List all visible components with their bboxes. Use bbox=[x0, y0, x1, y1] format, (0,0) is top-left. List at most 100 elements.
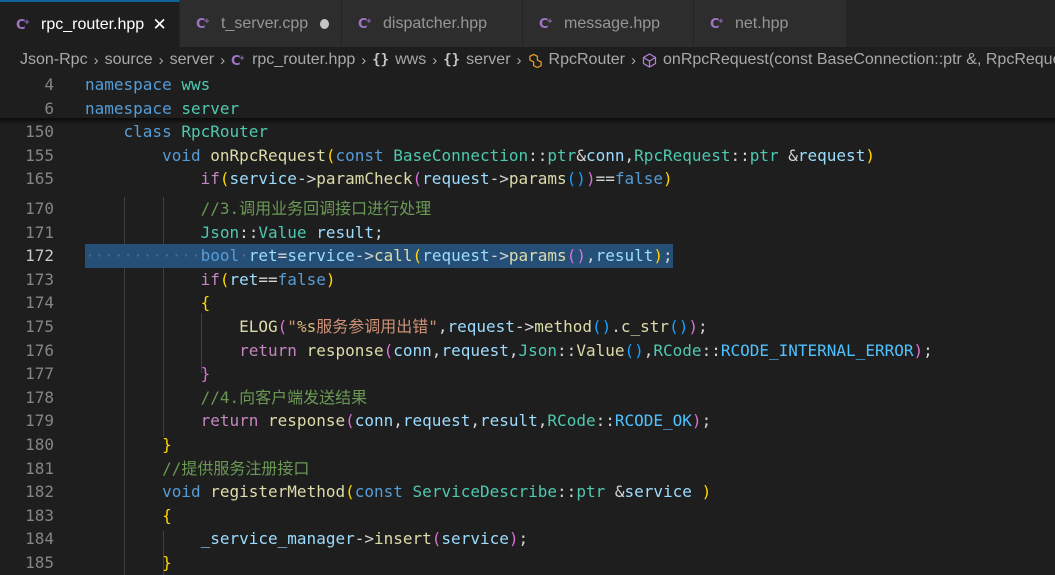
code-token: -> bbox=[489, 246, 509, 266]
code-token: Value bbox=[576, 340, 625, 360]
tab-net-hpp[interactable]: C + net.hpp bbox=[694, 0, 847, 47]
code-token: ) bbox=[508, 529, 519, 549]
code-token: ( bbox=[345, 482, 355, 502]
breadcrumb-item[interactable]: server bbox=[170, 51, 214, 69]
code-line[interactable]: 179 return response(conn,request,result,… bbox=[0, 409, 1055, 433]
code-token: RCODE_OK bbox=[614, 411, 692, 431]
code-line[interactable]: 185 } bbox=[0, 551, 1055, 575]
line-number: 181 bbox=[25, 458, 54, 478]
code-line[interactable]: 180 } bbox=[0, 433, 1055, 457]
code-line[interactable]: 181 //提供服务注册接口 bbox=[0, 457, 1055, 481]
code-token: RCODE_INTERNAL_ERROR bbox=[720, 340, 914, 360]
chevron-right-icon: › bbox=[220, 51, 226, 69]
code-token: -> bbox=[354, 246, 375, 266]
breadcrumb-item[interactable]: onRpcRequest(const BaseConnection::ptr &… bbox=[642, 51, 1055, 69]
code-token: () bbox=[566, 246, 586, 266]
breadcrumb-item[interactable]: {} server bbox=[443, 51, 510, 69]
code-token: void bbox=[162, 145, 201, 165]
code-token: return bbox=[239, 340, 297, 360]
tab-label: net.hpp bbox=[735, 14, 789, 32]
breadcrumb-item[interactable]: source bbox=[105, 51, 153, 69]
code-token: :: bbox=[557, 482, 577, 502]
code-text: { bbox=[85, 291, 211, 315]
code-token: request bbox=[797, 145, 866, 165]
line-number: 178 bbox=[25, 387, 54, 407]
code-text: //4.向客户端发送结果 bbox=[85, 386, 368, 410]
code-text: { bbox=[85, 504, 172, 528]
breadcrumb-item[interactable]: RpcRouter bbox=[528, 51, 625, 69]
code-token: :: bbox=[557, 340, 577, 360]
code-token: const bbox=[335, 145, 384, 165]
code-token: registerMethod bbox=[210, 482, 346, 502]
code-token: ServiceDescribe bbox=[412, 482, 558, 502]
sticky-scroll-line[interactable]: 155 void onRpcRequest(const BaseConnecti… bbox=[0, 143, 1055, 168]
unsaved-dot-icon[interactable] bbox=[320, 18, 329, 29]
code-token: ( bbox=[219, 169, 230, 189]
code-token: RCode bbox=[547, 411, 596, 431]
code-token: () bbox=[624, 340, 644, 360]
code-token: request bbox=[402, 411, 471, 431]
code-line[interactable]: 176 return response(conn,request,Json::V… bbox=[0, 339, 1055, 363]
code-line[interactable]: 184 _service_manager->insert(service); bbox=[0, 527, 1055, 551]
code-token: } bbox=[200, 364, 211, 384]
code-line[interactable]: 170 //3.调用业务回调接口进行处理 bbox=[0, 197, 1055, 221]
code-line[interactable]: 177 } bbox=[0, 362, 1055, 386]
code-token: bool bbox=[200, 246, 240, 266]
tab-label: rpc_router.hpp bbox=[41, 15, 145, 33]
code-token: ( bbox=[277, 317, 288, 336]
code-token: ············ bbox=[85, 246, 201, 266]
chevron-right-icon: › bbox=[516, 51, 522, 69]
sticky-scroll-line[interactable]: 165 if(service->paramCheck(request->para… bbox=[0, 167, 1055, 191]
line-number: 179 bbox=[25, 411, 54, 431]
code-line[interactable]: 171 Json::Value result; bbox=[0, 221, 1055, 245]
code-token: · bbox=[239, 246, 249, 266]
code-line[interactable]: 183 { bbox=[0, 504, 1055, 528]
line-number: 170 bbox=[25, 199, 54, 218]
sticky-scroll-line[interactable]: 4 namespace wws bbox=[0, 73, 1055, 97]
code-editor[interactable]: 4 namespace wws 6 namespace server 150 class… bbox=[0, 73, 1055, 575]
code-token: service bbox=[229, 169, 297, 189]
tab-rpc-router-hpp[interactable]: C + rpc_router.hpp ✕ bbox=[0, 0, 180, 47]
breadcrumb-item[interactable]: {} wws bbox=[372, 51, 426, 69]
tab-dispatcher-hpp[interactable]: C + dispatcher.hpp bbox=[342, 0, 523, 47]
code-line[interactable]: 178 //4.向客户端发送结果 bbox=[0, 386, 1055, 410]
tab-label: dispatcher.hpp bbox=[383, 14, 488, 32]
cpp-file-icon: C + bbox=[358, 16, 373, 31]
sticky-scroll-line[interactable]: 6 namespace server bbox=[0, 96, 1055, 121]
code-token: service bbox=[287, 246, 355, 266]
class-icon bbox=[528, 53, 543, 68]
code-token: -> bbox=[514, 317, 535, 336]
tab-message-hpp[interactable]: C + message.hpp bbox=[523, 0, 694, 47]
code-line[interactable]: 172 ············bool·ret=service->call(re… bbox=[0, 244, 1055, 268]
code-token: //提供服务注册接口 bbox=[162, 458, 310, 478]
line-number: 177 bbox=[25, 364, 54, 384]
code-token: void bbox=[162, 482, 201, 502]
code-token: & bbox=[778, 145, 798, 165]
code-token: params bbox=[508, 169, 567, 189]
code-line[interactable]: 175 ELOG("%s服务参调用出错",request->method().c… bbox=[0, 315, 1055, 339]
close-icon[interactable]: ✕ bbox=[152, 15, 167, 35]
code-token: if bbox=[200, 269, 220, 289]
breadcrumb-item[interactable]: Json-Rpc bbox=[20, 51, 88, 69]
breadcrumb-item[interactable]: C + rpc_router.hpp bbox=[231, 51, 355, 69]
code-line[interactable]: 174 { bbox=[0, 291, 1055, 315]
namespace-icon: {} bbox=[372, 52, 390, 68]
tab-t-server-cpp[interactable]: C + t_server.cpp bbox=[180, 0, 342, 47]
code-token: () bbox=[669, 317, 689, 336]
code-line[interactable]: 182 void registerMethod(const ServiceDes… bbox=[0, 480, 1055, 504]
namespace-icon: {} bbox=[443, 52, 461, 68]
code-text: ············bool·ret=service->call(reque… bbox=[85, 244, 673, 268]
code-token: ptr bbox=[749, 145, 779, 165]
code-line[interactable]: 173 if(ret==false) bbox=[0, 268, 1055, 292]
code-token: ELOG bbox=[239, 317, 278, 336]
